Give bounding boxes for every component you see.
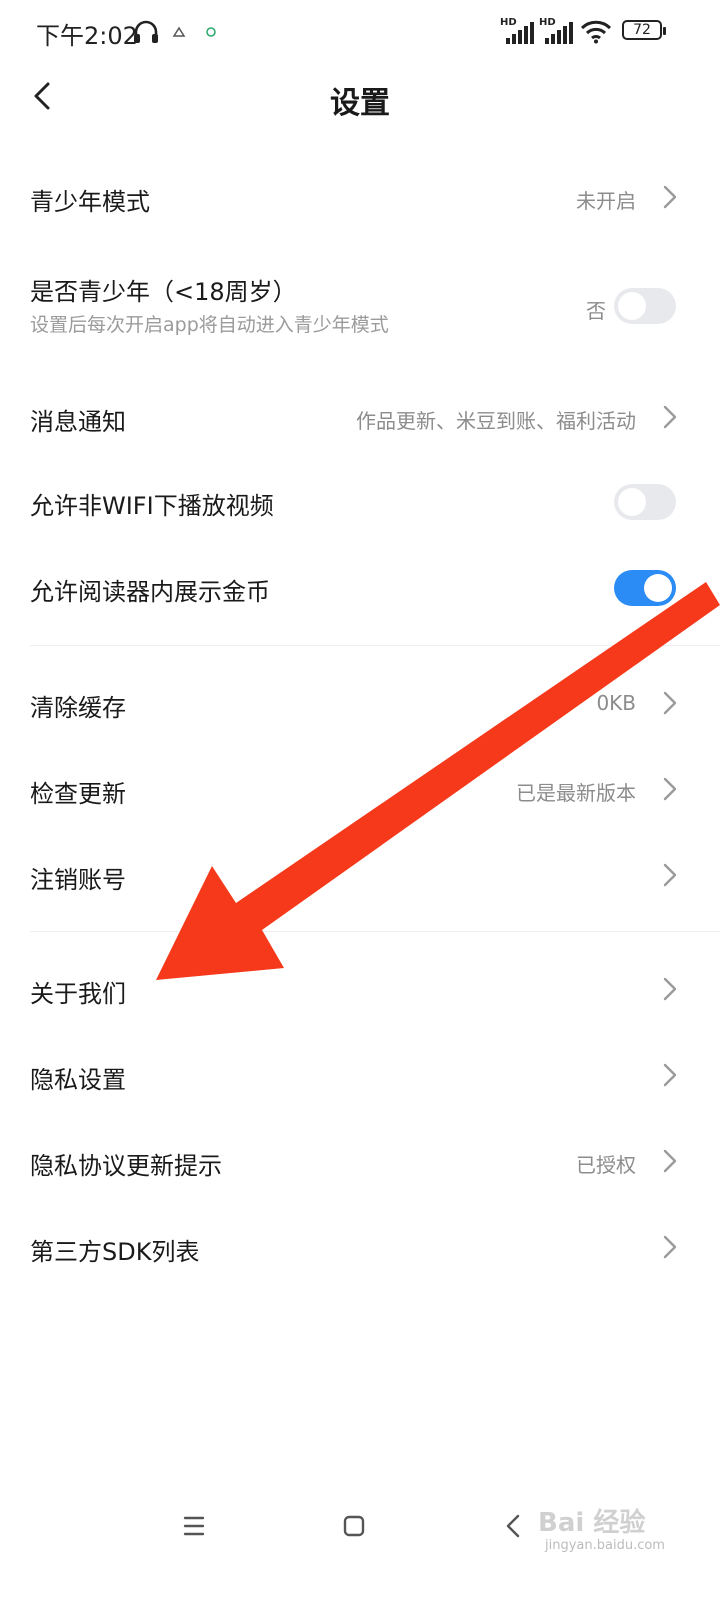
reader-coins-toggle[interactable] (614, 570, 676, 606)
row-label: 关于我们 (30, 980, 126, 1008)
status-time: 下午2:02 (36, 22, 138, 50)
row-value: 已授权 (576, 1153, 636, 1177)
settings-row-non-wifi-video[interactable]: 允许非WIFI下播放视频 (0, 472, 720, 532)
row-label: 注销账号 (30, 866, 126, 894)
row-label: 允许非WIFI下播放视频 (30, 492, 274, 520)
chevron-right-icon (663, 777, 677, 801)
signal-icon: HD (500, 17, 534, 44)
chevron-right-icon (663, 1063, 677, 1087)
row-label: 是否青少年（<18周岁） (30, 278, 297, 306)
row-value: 已是最新版本 (516, 781, 636, 805)
chevron-right-icon (663, 185, 677, 209)
notification-icon (206, 27, 216, 37)
row-label: 清除缓存 (30, 694, 126, 722)
row-label: 允许阅读器内展示金币 (30, 578, 270, 606)
settings-row-notifications[interactable]: 消息通知 作品更新、米豆到账、福利活动 (0, 388, 720, 448)
row-value: 0KB (596, 691, 636, 715)
row-value: 作品更新、米豆到账、福利活动 (356, 409, 636, 433)
row-value: 否 (586, 299, 606, 323)
chevron-right-icon (663, 405, 677, 429)
chevron-right-icon (663, 1235, 677, 1259)
row-value: 未开启 (576, 189, 636, 213)
page-title: 设置 (330, 86, 390, 121)
row-label: 隐私协议更新提示 (30, 1152, 222, 1180)
non-wifi-video-toggle[interactable] (614, 484, 676, 520)
row-label: 检查更新 (30, 780, 126, 808)
settings-row-is-teen[interactable]: 是否青少年（<18周岁） 设置后每次开启app将自动进入青少年模式 否 (0, 262, 720, 342)
settings-row-reader-coins[interactable]: 允许阅读器内展示金币 (0, 558, 720, 618)
section-divider (30, 645, 720, 646)
teen-toggle[interactable] (614, 288, 676, 324)
header: 设置 (0, 64, 720, 132)
notification-icon (172, 26, 186, 37)
settings-row-privacy-settings[interactable]: 隐私设置 (0, 1046, 720, 1106)
settings-row-privacy-update[interactable]: 隐私协议更新提示 已授权 (0, 1132, 720, 1192)
chevron-right-icon (663, 1149, 677, 1173)
settings-row-check-update[interactable]: 检查更新 已是最新版本 (0, 760, 720, 820)
row-label: 隐私设置 (30, 1066, 126, 1094)
status-bar: 下午2:02 HD HD 72 (0, 0, 720, 64)
row-label: 第三方SDK列表 (30, 1238, 200, 1266)
home-icon[interactable] (334, 1506, 374, 1546)
row-label: 青少年模式 (30, 188, 150, 216)
settings-row-about-us[interactable]: 关于我们 (0, 960, 720, 1020)
settings-row-teen-mode[interactable]: 青少年模式 未开启 (0, 168, 720, 228)
watermark-logo: Bai 经验 (538, 1508, 646, 1538)
menu-icon[interactable] (174, 1506, 214, 1546)
signal-icon: HD (539, 17, 573, 44)
headphones-icon (134, 20, 158, 43)
battery-icon: 72 (622, 20, 666, 40)
section-divider (30, 931, 720, 932)
chevron-right-icon (663, 863, 677, 887)
row-subtitle: 设置后每次开启app将自动进入青少年模式 (30, 314, 389, 336)
settings-row-clear-cache[interactable]: 清除缓存 0KB (0, 674, 720, 734)
wifi-icon (580, 20, 612, 44)
row-label: 消息通知 (30, 408, 126, 436)
back-icon[interactable] (494, 1506, 534, 1546)
settings-row-third-party-sdk[interactable]: 第三方SDK列表 (0, 1218, 720, 1278)
watermark-url: jingyan.baidu.com (545, 1538, 665, 1553)
chevron-right-icon (663, 691, 677, 715)
chevron-right-icon (663, 977, 677, 1001)
settings-row-delete-account[interactable]: 注销账号 (0, 846, 720, 906)
